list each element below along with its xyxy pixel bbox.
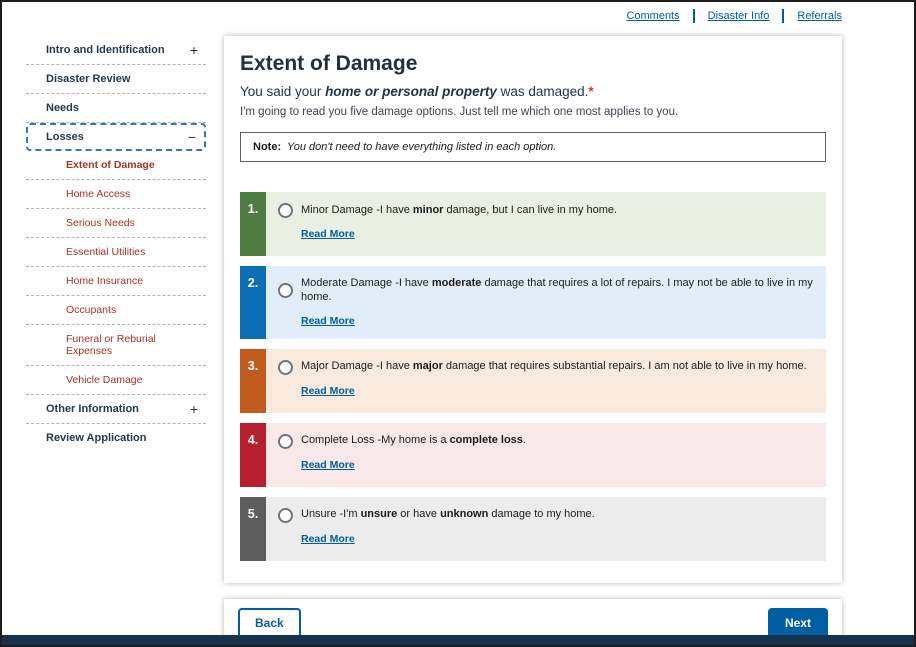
damage-option-minor: 1. Minor Damage -I have minor damage, bu…: [240, 192, 826, 256]
option-select-area[interactable]: Moderate Damage -I have moderate damage …: [278, 277, 814, 305]
sidebar-nav: Intro and Identification + Disaster Revi…: [2, 36, 206, 452]
read-more-link[interactable]: Read More: [301, 459, 355, 471]
read-more-link[interactable]: Read More: [301, 228, 355, 240]
sidebar-item-label: Losses: [46, 131, 84, 143]
instruction-text: I'm going to read you five damage option…: [240, 106, 826, 118]
sidebar-subitem-essential-utilities[interactable]: Essential Utilities: [26, 238, 206, 267]
option-body: Complete Loss -My home is a complete los…: [266, 423, 826, 487]
form-card: Extent of Damage You said your home or p…: [224, 36, 842, 583]
sidebar-subitem-label: Essential Utilities: [66, 246, 145, 258]
referrals-link[interactable]: Referrals: [797, 10, 842, 22]
collapse-minus-icon[interactable]: −: [188, 132, 196, 142]
option-select-area[interactable]: Complete Loss -My home is a complete los…: [278, 434, 814, 449]
option-body: Moderate Damage -I have moderate damage …: [266, 266, 826, 339]
sidebar-subitem-label: Funeral or Reburial Expenses: [66, 333, 156, 357]
expand-plus-icon[interactable]: +: [190, 45, 198, 55]
expand-plus-icon[interactable]: +: [190, 404, 198, 414]
radio-button[interactable]: [278, 360, 293, 375]
option-text: Moderate Damage -I have moderate damage …: [301, 277, 814, 305]
damage-option-moderate: 2. Moderate Damage -I have moderate dama…: [240, 266, 826, 339]
option-number-block: 3.: [240, 349, 266, 413]
note-text: You don't need to have everything listed…: [284, 141, 556, 153]
sidebar-item-review-application[interactable]: Review Application: [26, 424, 206, 452]
sidebar-item-losses[interactable]: Losses −: [26, 123, 206, 151]
damage-option-unsure: 5. Unsure -I'm unsure or have unknown da…: [240, 497, 826, 561]
sidebar-subitem-funeral-or-reburial-expenses[interactable]: Funeral or Reburial Expenses: [26, 325, 206, 366]
sidebar-item-label: Intro and Identification: [46, 44, 165, 56]
site-footer-bar: [2, 635, 914, 645]
sidebar-item-label: Needs: [46, 102, 79, 114]
sidebar-subitem-label: Extent of Damage: [66, 159, 155, 171]
sidebar-item-disaster-review[interactable]: Disaster Review: [26, 65, 206, 94]
option-select-area[interactable]: Unsure -I'm unsure or have unknown damag…: [278, 508, 814, 523]
option-number-block: 5.: [240, 497, 266, 561]
read-more-link[interactable]: Read More: [301, 533, 355, 545]
radio-button[interactable]: [278, 283, 293, 298]
question-text: You said your home or personal property …: [240, 84, 826, 99]
option-body: Unsure -I'm unsure or have unknown damag…: [266, 497, 826, 561]
sidebar-subitem-label: Home Insurance: [66, 275, 143, 287]
sidebar-subitem-label: Serious Needs: [66, 217, 135, 229]
sidebar-subitem-serious-needs[interactable]: Serious Needs: [26, 209, 206, 238]
disaster-info-link[interactable]: Disaster Info: [708, 10, 770, 22]
sidebar-item-label: Other Information: [46, 403, 139, 415]
next-button[interactable]: Next: [768, 608, 828, 638]
option-body: Major Damage -I have major damage that r…: [266, 349, 826, 413]
option-select-area[interactable]: Minor Damage -I have minor damage, but I…: [278, 203, 814, 218]
back-button[interactable]: Back: [238, 608, 301, 638]
topbar: Comments Disaster Info Referrals: [2, 2, 914, 30]
option-select-area[interactable]: Major Damage -I have major damage that r…: [278, 360, 814, 375]
option-number-block: 4.: [240, 423, 266, 487]
sidebar-item-needs[interactable]: Needs: [26, 94, 206, 123]
page-title: Extent of Damage: [240, 52, 826, 76]
sidebar-subitem-extent-of-damage[interactable]: Extent of Damage: [26, 151, 206, 180]
option-body: Minor Damage -I have minor damage, but I…: [266, 192, 826, 256]
read-more-link[interactable]: Read More: [301, 385, 355, 397]
main-content: Extent of Damage You said your home or p…: [224, 36, 842, 647]
damage-option-complete-loss: 4. Complete Loss -My home is a complete …: [240, 423, 826, 487]
note-box: Note: You don't need to have everything …: [240, 132, 826, 162]
radio-button[interactable]: [278, 203, 293, 218]
option-number-block: 1.: [240, 192, 266, 256]
note-label: Note:: [253, 141, 281, 153]
required-asterisk: *: [588, 84, 593, 99]
sidebar-item-other-information[interactable]: Other Information +: [26, 395, 206, 424]
sidebar-subitem-label: Vehicle Damage: [66, 374, 142, 386]
option-number-block: 2.: [240, 266, 266, 339]
option-text: Major Damage -I have major damage that r…: [301, 360, 807, 374]
option-text: Minor Damage -I have minor damage, but I…: [301, 204, 617, 218]
damage-option-major: 3. Major Damage -I have major damage tha…: [240, 349, 826, 413]
option-text: Unsure -I'm unsure or have unknown damag…: [301, 508, 595, 522]
separator-bar: [782, 9, 784, 23]
sidebar-subitem-label: Occupants: [66, 304, 116, 316]
emphasized-text: home or personal property: [325, 84, 497, 99]
sidebar-subitem-home-access[interactable]: Home Access: [26, 180, 206, 209]
comments-link[interactable]: Comments: [626, 10, 679, 22]
radio-button[interactable]: [278, 434, 293, 449]
sidebar-subitem-label: Home Access: [66, 188, 130, 200]
sidebar-subitem-vehicle-damage[interactable]: Vehicle Damage: [26, 366, 206, 395]
read-more-link[interactable]: Read More: [301, 315, 355, 327]
sidebar-subitem-occupants[interactable]: Occupants: [26, 296, 206, 325]
radio-button[interactable]: [278, 508, 293, 523]
content-area: Intro and Identification + Disaster Revi…: [2, 30, 914, 647]
option-text: Complete Loss -My home is a complete los…: [301, 434, 526, 448]
application-window: Comments Disaster Info Referrals Intro a…: [0, 0, 916, 647]
sidebar-item-label: Disaster Review: [46, 73, 130, 85]
sidebar-item-intro-and-identification[interactable]: Intro and Identification +: [26, 36, 206, 65]
separator-bar: [693, 9, 695, 23]
sidebar-subitem-home-insurance[interactable]: Home Insurance: [26, 267, 206, 296]
sidebar-item-label: Review Application: [46, 432, 146, 444]
